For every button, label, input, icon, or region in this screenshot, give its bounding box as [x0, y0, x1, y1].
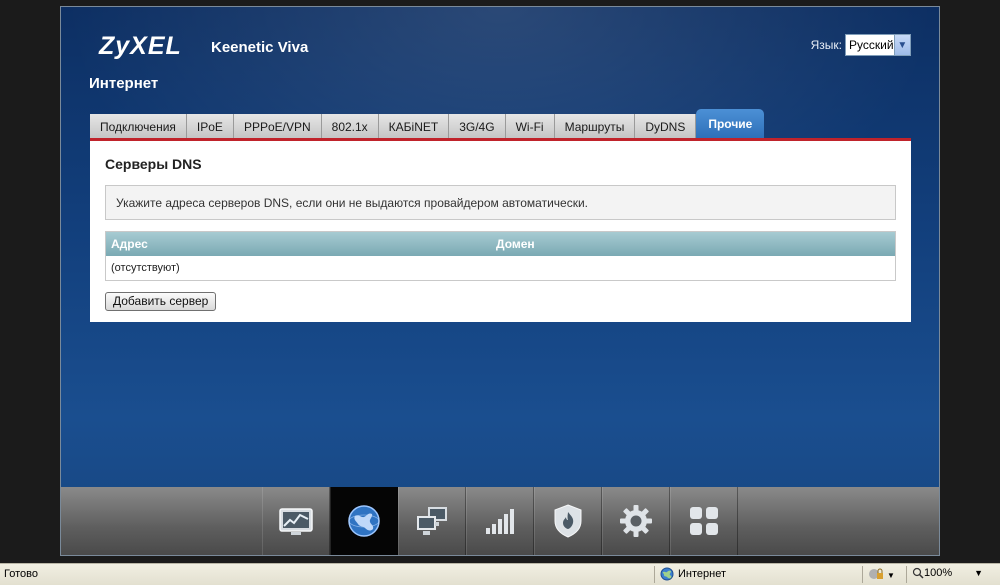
- tab-6[interactable]: 3G/4G: [449, 114, 506, 139]
- browser-status-bar: Готово Интернет ▼ 100% ▼: [0, 563, 1000, 585]
- dock-item-status[interactable]: [262, 487, 330, 555]
- router-web-ui: ZyXEL Keenetic Viva Интернет Язык: Русск…: [60, 6, 940, 556]
- language-label: Язык:: [810, 38, 842, 52]
- security-zone: Интернет: [660, 567, 726, 581]
- column-address: Адрес: [111, 237, 148, 251]
- network-computers-icon: [417, 507, 447, 535]
- empty-row-text: (отсутствуют): [111, 262, 180, 274]
- table-header: Адрес Домен: [106, 232, 895, 256]
- tab-7[interactable]: Wi-Fi: [505, 114, 555, 139]
- add-server-button[interactable]: Добавить сервер: [105, 292, 217, 311]
- bottom-dock: [61, 487, 939, 555]
- lock-icon: ▼: [869, 568, 895, 580]
- status-divider: [862, 566, 863, 583]
- tab-1[interactable]: Подключения: [90, 114, 187, 139]
- dns-servers-panel: Серверы DNS Укажите адреса серверов DNS,…: [90, 141, 911, 322]
- dock-item-internet[interactable]: [330, 487, 398, 555]
- monitor-chart-icon: [279, 508, 313, 535]
- zyxel-logo: ZyXEL: [99, 32, 182, 60]
- page-title: Интернет: [89, 75, 159, 92]
- tab-3[interactable]: PPPoE/VPN: [233, 114, 322, 139]
- apps-grid-icon: [690, 507, 718, 535]
- language-dropdown[interactable]: Русский ▼: [845, 34, 911, 56]
- chevron-down-icon[interactable]: ▼: [974, 568, 983, 578]
- tab-10[interactable]: Прочие: [696, 109, 765, 139]
- dock-item-system[interactable]: [602, 487, 670, 555]
- globe-icon: [660, 567, 674, 581]
- dock-item-wifi[interactable]: [466, 487, 534, 555]
- zoom-control[interactable]: 100% ▼: [912, 567, 983, 579]
- globe-icon: [348, 505, 380, 537]
- dock-item-security[interactable]: [534, 487, 602, 555]
- info-message: Укажите адреса серверов DNS, если они не…: [105, 185, 896, 220]
- tab-9[interactable]: DyDNS: [635, 114, 697, 139]
- language-value: Русский: [849, 38, 894, 52]
- svg-text:▼: ▼: [887, 571, 894, 580]
- tab-8[interactable]: Маршруты: [554, 114, 636, 139]
- status-text: Готово: [4, 568, 38, 580]
- column-domain: Домен: [496, 237, 535, 251]
- status-divider: [906, 566, 907, 583]
- dns-table: Адрес Домен (отсутствуют): [105, 231, 896, 281]
- protected-mode-indicator[interactable]: ▼: [868, 567, 895, 584]
- dock-item-applications[interactable]: [670, 487, 738, 555]
- model-name: Keenetic Viva: [211, 39, 309, 56]
- info-text: Укажите адреса серверов DNS, если они не…: [116, 195, 588, 210]
- signal-bars-icon: [486, 509, 514, 534]
- zone-label: Интернет: [678, 568, 726, 580]
- tab-5[interactable]: КАБiNET: [378, 114, 450, 139]
- tab-bar: Подключения IPoE PPPoE/VPN 802.1x КАБiNET 3G/…: [90, 109, 765, 139]
- table-row: (отсутствуют): [106, 256, 895, 280]
- shield-flame-icon: [554, 504, 582, 538]
- zoom-icon: [912, 567, 924, 579]
- panel-title: Серверы DNS: [105, 156, 202, 172]
- language-selector: Язык: Русский ▼: [811, 34, 911, 56]
- tab-4[interactable]: 802.1x: [321, 114, 379, 139]
- status-divider: [654, 566, 655, 583]
- chevron-down-icon[interactable]: ▼: [893, 35, 910, 55]
- gear-icon: [620, 505, 652, 537]
- dock-item-home-network[interactable]: [398, 487, 466, 555]
- tab-2[interactable]: IPoE: [186, 114, 234, 139]
- zoom-value: 100%: [924, 567, 953, 579]
